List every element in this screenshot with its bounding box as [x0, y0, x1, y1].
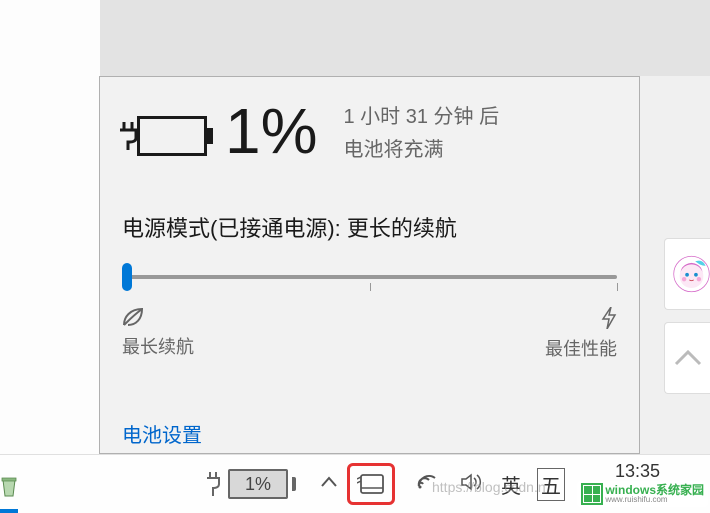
taskbar: 1% 英 五 13:35 https://blog.csdn.n	[0, 454, 710, 513]
slider-max-label: 最佳性能	[545, 335, 617, 361]
tray-battery-tip	[292, 477, 296, 491]
slider-min-label: 最长续航	[122, 333, 194, 359]
battery-charging-icon	[122, 116, 207, 156]
chevron-up-icon	[674, 348, 702, 368]
watermark-domain: www.ruishifu.com	[605, 496, 704, 504]
leaf-icon	[122, 307, 146, 327]
recycle-bin-icon	[0, 474, 18, 498]
desktop-background-left	[0, 0, 100, 454]
tray-touchpad-highlighted[interactable]	[347, 463, 395, 505]
slider-tick	[370, 283, 371, 291]
slider-labels: 最长续航 最佳性能	[122, 307, 617, 361]
side-avatar-widget[interactable]	[664, 238, 710, 310]
battery-percent: 1%	[225, 99, 318, 163]
bolt-icon	[601, 307, 617, 329]
windows-logo-icon	[581, 483, 603, 505]
tray-battery[interactable]: 1%	[206, 469, 296, 499]
avatar-icon	[673, 249, 710, 299]
tray-battery-percent: 1%	[228, 469, 288, 499]
plug-icon	[206, 470, 222, 498]
battery-time-remaining: 1 小时 31 分钟 后	[344, 100, 500, 129]
tray-overflow-chevron[interactable]	[310, 465, 348, 503]
window-background	[100, 0, 710, 76]
slider-track	[122, 275, 617, 279]
watermark-logo: windows系统家园 www.ruishifu.com	[577, 481, 708, 507]
slider-label-right: 最佳性能	[545, 307, 617, 361]
chevron-up-icon	[320, 476, 338, 488]
taskbar-app-recycle[interactable]	[0, 458, 18, 513]
scroll-to-top-button[interactable]	[664, 322, 710, 394]
battery-status-text: 电池将充满	[344, 133, 500, 162]
battery-time-info: 1 小时 31 分钟 后 电池将充满	[344, 100, 500, 162]
battery-settings-link[interactable]: 电池设置	[122, 419, 617, 448]
slider-label-left: 最长续航	[122, 307, 194, 359]
power-mode-slider[interactable]	[122, 267, 617, 287]
power-mode-label: 电源模式(已接通电源): 更长的续航	[122, 211, 617, 243]
watermark-url: https://blog.csdn.n	[432, 479, 546, 495]
battery-flyout: 1% 1 小时 31 分钟 后 电池将充满 电源模式(已接通电源): 更长的续航…	[99, 76, 640, 454]
slider-thumb[interactable]	[122, 263, 132, 291]
touchpad-icon	[357, 473, 385, 495]
slider-tick	[617, 283, 618, 291]
battery-header: 1% 1 小时 31 分钟 后 电池将充满	[122, 99, 617, 163]
tray-clock[interactable]: 13:35	[615, 461, 660, 482]
